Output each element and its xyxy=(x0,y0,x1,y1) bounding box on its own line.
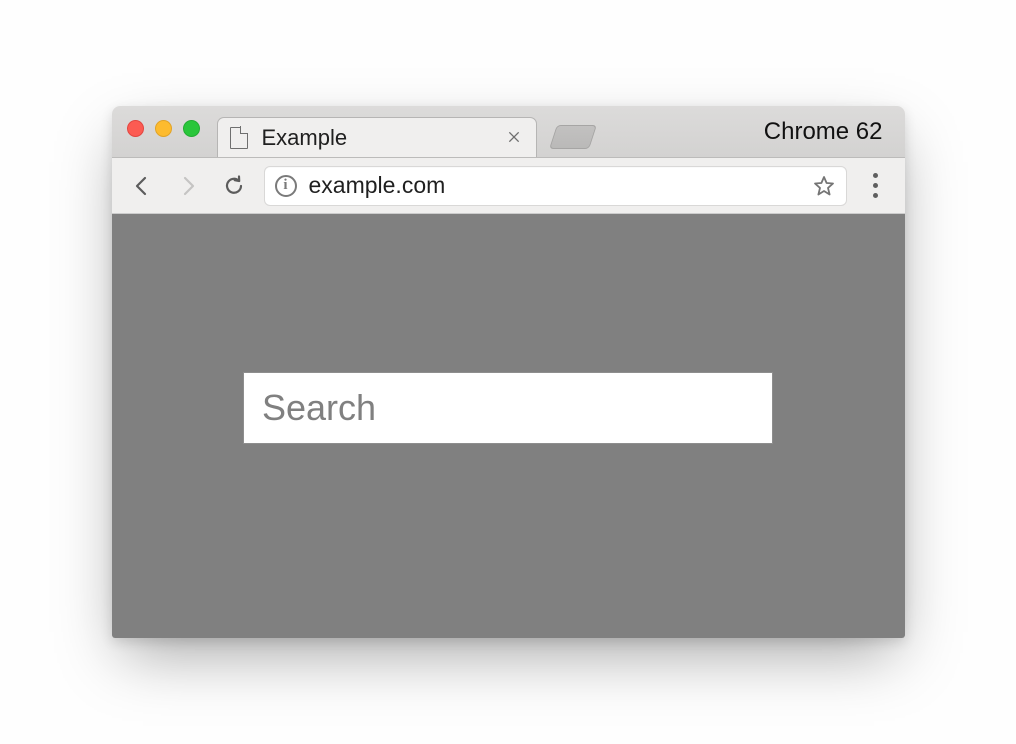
browser-version-label: Chrome 62 xyxy=(764,118,883,146)
search-input[interactable] xyxy=(260,386,756,430)
toolbar: i example.com xyxy=(112,158,905,214)
browser-tab[interactable]: Example xyxy=(217,117,537,157)
page-icon xyxy=(230,127,248,149)
minimize-window-button[interactable] xyxy=(155,120,172,137)
new-tab-button[interactable] xyxy=(549,125,597,149)
url-text: example.com xyxy=(309,172,800,199)
reload-button[interactable] xyxy=(218,170,250,202)
fullscreen-window-button[interactable] xyxy=(183,120,200,137)
close-window-button[interactable] xyxy=(127,120,144,137)
kebab-menu-icon[interactable] xyxy=(861,167,891,204)
site-info-icon[interactable]: i xyxy=(275,175,297,197)
back-button[interactable] xyxy=(126,170,158,202)
bookmark-star-icon[interactable] xyxy=(812,174,836,198)
forward-button[interactable] xyxy=(172,170,204,202)
search-box xyxy=(243,372,773,444)
address-bar[interactable]: i example.com xyxy=(264,166,847,206)
close-tab-icon[interactable] xyxy=(504,125,524,151)
titlebar: Example Chrome 62 xyxy=(112,106,905,158)
browser-window: Example Chrome 62 i example.com xyxy=(112,106,905,638)
window-controls xyxy=(127,120,200,137)
page-viewport xyxy=(112,214,905,638)
tab-title: Example xyxy=(262,125,504,151)
